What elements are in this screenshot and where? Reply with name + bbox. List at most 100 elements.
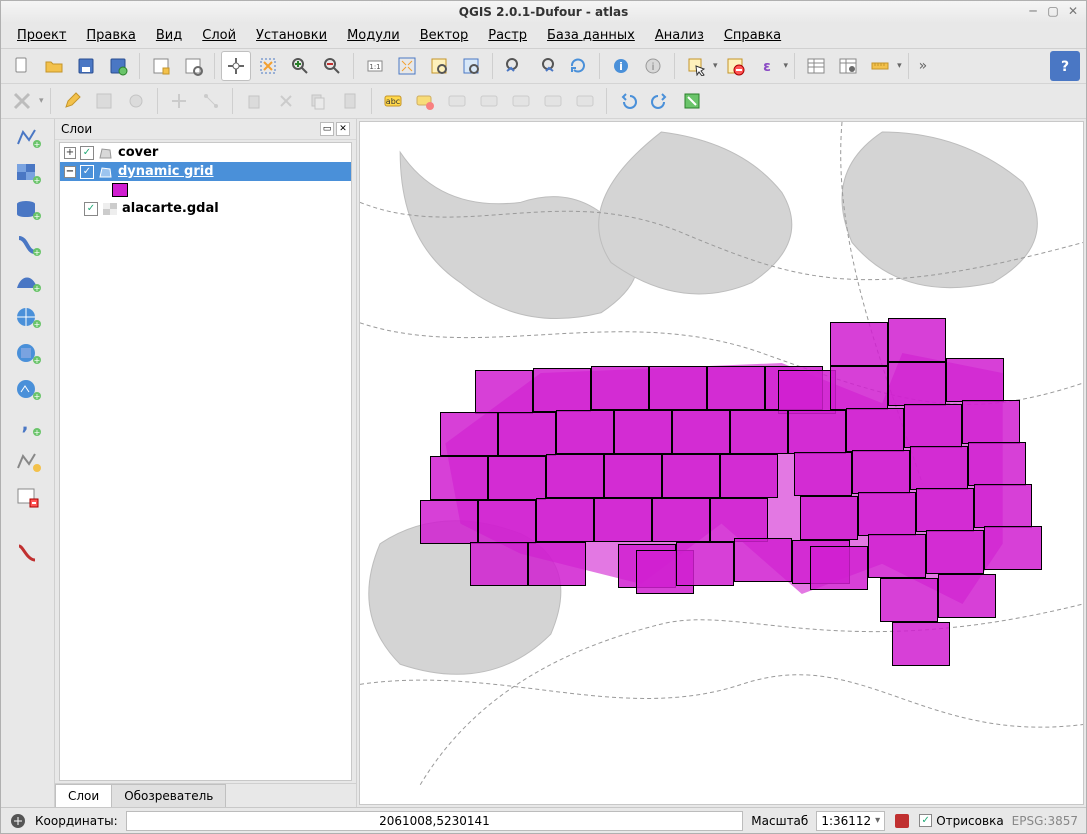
move-feature-button[interactable] bbox=[164, 86, 194, 116]
menu-settings[interactable]: Установки bbox=[248, 25, 335, 46]
menu-plugins[interactable]: Модули bbox=[339, 25, 408, 46]
menu-database[interactable]: База данных bbox=[539, 25, 643, 46]
current-edits-button[interactable] bbox=[7, 86, 37, 116]
add-wfs-button[interactable]: + bbox=[11, 375, 45, 403]
checkbox-icon[interactable]: ✓ bbox=[84, 202, 98, 216]
zoom-full-button[interactable] bbox=[392, 51, 422, 81]
toggle-editing-button[interactable] bbox=[57, 86, 87, 116]
open-project-button[interactable] bbox=[39, 51, 69, 81]
add-vector-button[interactable]: + bbox=[11, 123, 45, 151]
panel-close-button[interactable]: ✕ bbox=[336, 122, 350, 136]
zoom-to-layer-button[interactable] bbox=[456, 51, 486, 81]
scale-combo[interactable]: 1:36112 bbox=[816, 811, 885, 831]
svg-text:+: + bbox=[33, 212, 40, 220]
pan-button[interactable] bbox=[221, 51, 251, 81]
maptips-button[interactable]: i bbox=[638, 51, 668, 81]
svg-text:+: + bbox=[33, 428, 40, 436]
identify-button[interactable]: i bbox=[606, 51, 636, 81]
save-edits-button[interactable] bbox=[89, 86, 119, 116]
crs-display[interactable]: EPSG:3857 bbox=[1012, 814, 1078, 828]
refresh-button[interactable] bbox=[563, 51, 593, 81]
zoom-native-button[interactable]: 1:1 bbox=[360, 51, 390, 81]
menu-analysis[interactable]: Анализ bbox=[647, 25, 712, 46]
toggle-extents-icon[interactable] bbox=[9, 812, 27, 830]
copy-button[interactable] bbox=[303, 86, 333, 116]
save-project-button[interactable] bbox=[71, 51, 101, 81]
zoom-to-selection-button[interactable] bbox=[424, 51, 454, 81]
menu-help[interactable]: Справка bbox=[716, 25, 789, 46]
layer-item-alacarte[interactable]: ✓ alacarte.gdal bbox=[60, 199, 351, 218]
label-change-button[interactable] bbox=[538, 86, 568, 116]
measure-button[interactable] bbox=[865, 51, 895, 81]
deselect-button[interactable] bbox=[720, 51, 750, 81]
menu-project[interactable]: Проект bbox=[9, 25, 74, 46]
new-project-button[interactable] bbox=[7, 51, 37, 81]
annotation-button[interactable] bbox=[677, 86, 707, 116]
minimize-button[interactable]: ─ bbox=[1026, 4, 1040, 18]
label-move-button[interactable] bbox=[474, 86, 504, 116]
layer-item-dynamic-grid[interactable]: − ✓ dynamic grid bbox=[60, 162, 351, 181]
add-wms-button[interactable]: + bbox=[11, 303, 45, 331]
label-tool-button[interactable]: abc bbox=[378, 86, 408, 116]
remove-layer-button[interactable] bbox=[11, 483, 45, 511]
attribute-table-button[interactable] bbox=[801, 51, 831, 81]
render-toggle[interactable]: ✓ Отрисовка bbox=[919, 814, 1003, 828]
new-shapefile-button[interactable] bbox=[11, 447, 45, 475]
expand-icon[interactable]: + bbox=[64, 147, 76, 159]
layer-item-cover[interactable]: + ✓ cover bbox=[60, 143, 351, 162]
app-window: QGIS 2.0.1-Dufour - atlas ─ ▢ ✕ Проект П… bbox=[0, 0, 1087, 834]
composer-manager-button[interactable] bbox=[178, 51, 208, 81]
window-title: QGIS 2.0.1-Dufour - atlas bbox=[459, 5, 628, 19]
label-props-button[interactable] bbox=[570, 86, 600, 116]
panel-tabs: Слои Обозреватель bbox=[55, 783, 356, 807]
close-button[interactable]: ✕ bbox=[1066, 4, 1080, 18]
zoom-out-button[interactable] bbox=[317, 51, 347, 81]
node-tool-button[interactable] bbox=[196, 86, 226, 116]
field-calc-button[interactable] bbox=[833, 51, 863, 81]
svg-text:+: + bbox=[33, 176, 40, 184]
help-button[interactable]: ? bbox=[1050, 51, 1080, 81]
label-rotate-button[interactable] bbox=[506, 86, 536, 116]
pan-to-selection-button[interactable] bbox=[253, 51, 283, 81]
checkbox-icon[interactable]: ✓ bbox=[80, 165, 94, 179]
toolbar-edit: ▾ abc bbox=[1, 84, 1086, 119]
menu-edit[interactable]: Правка bbox=[78, 25, 143, 46]
add-postgis-button[interactable]: + bbox=[11, 195, 45, 223]
paste-button[interactable] bbox=[335, 86, 365, 116]
zoom-last-button[interactable] bbox=[499, 51, 529, 81]
cut-button[interactable] bbox=[271, 86, 301, 116]
zoom-in-button[interactable] bbox=[285, 51, 315, 81]
label-highlight-button[interactable] bbox=[442, 86, 472, 116]
add-spatialite-button[interactable]: + bbox=[11, 231, 45, 259]
add-raster-button[interactable]: + bbox=[11, 159, 45, 187]
redo-button[interactable] bbox=[645, 86, 675, 116]
label-pin-button[interactable] bbox=[410, 86, 440, 116]
collapse-icon[interactable]: − bbox=[64, 166, 76, 178]
map-canvas[interactable] bbox=[359, 121, 1084, 805]
add-wcs-button[interactable]: + bbox=[11, 339, 45, 367]
expression-select-button[interactable]: ε bbox=[752, 51, 782, 81]
select-features-button[interactable] bbox=[681, 51, 711, 81]
layer-label: alacarte.gdal bbox=[122, 201, 219, 216]
undo-button[interactable] bbox=[613, 86, 643, 116]
menu-view[interactable]: Вид bbox=[148, 25, 190, 46]
layers-tree[interactable]: + ✓ cover − ✓ dynamic grid ✓ ala bbox=[59, 142, 352, 781]
new-print-composer-button[interactable] bbox=[146, 51, 176, 81]
maximize-button[interactable]: ▢ bbox=[1046, 4, 1060, 18]
add-feature-button[interactable] bbox=[121, 86, 151, 116]
add-delimited-button[interactable]: ,+ bbox=[11, 411, 45, 439]
tab-layers[interactable]: Слои bbox=[55, 784, 112, 807]
add-mssql-button[interactable]: + bbox=[11, 267, 45, 295]
menu-raster[interactable]: Растр bbox=[480, 25, 535, 46]
checkbox-icon[interactable]: ✓ bbox=[80, 146, 94, 160]
tab-browser[interactable]: Обозреватель bbox=[111, 784, 226, 807]
delete-selected-button[interactable] bbox=[239, 86, 269, 116]
zoom-next-button[interactable] bbox=[531, 51, 561, 81]
menu-vector[interactable]: Вектор bbox=[412, 25, 477, 46]
panel-undock-button[interactable]: ▭ bbox=[320, 122, 334, 136]
menu-layer[interactable]: Слой bbox=[194, 25, 244, 46]
coords-field[interactable]: 2061008,5230141 bbox=[126, 811, 744, 831]
save-as-button[interactable] bbox=[103, 51, 133, 81]
gps-button[interactable] bbox=[11, 539, 45, 567]
stop-render-icon[interactable] bbox=[893, 812, 911, 830]
